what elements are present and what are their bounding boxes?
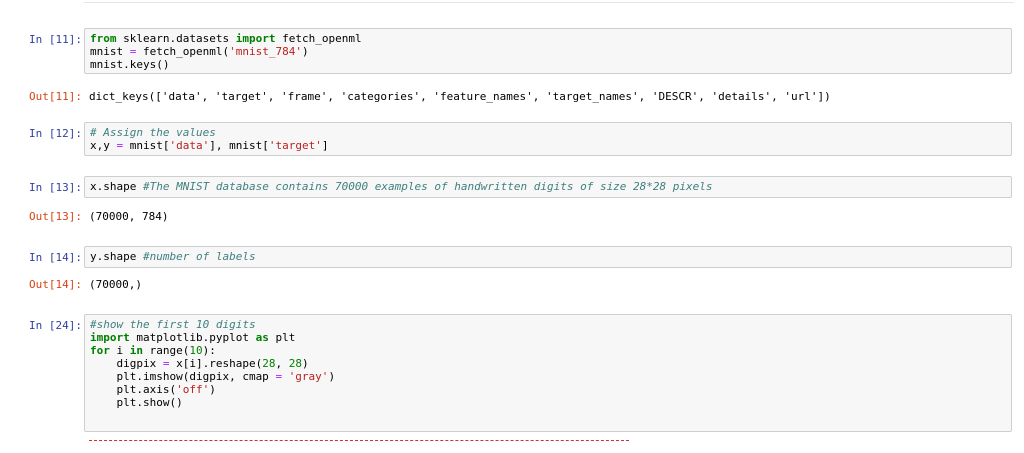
code-token: sklearn.datasets xyxy=(116,32,236,45)
code-token: 'gray' xyxy=(288,370,329,383)
code-token: y.shape xyxy=(90,250,143,263)
code-input[interactable]: from sklearn.datasets import fetch_openm… xyxy=(84,28,1012,74)
code-token: import xyxy=(90,331,130,344)
code-token: ) xyxy=(328,370,336,383)
code-token: # Assign the values xyxy=(90,126,216,139)
code-line: y.shape #number of labels xyxy=(90,250,1006,263)
code-line: from sklearn.datasets import fetch_openm… xyxy=(90,32,1006,45)
code-token: import xyxy=(235,32,276,45)
code-token: i xyxy=(109,344,130,357)
output-prompt: Out[13]: xyxy=(29,210,82,223)
code-line: plt.axis('off') xyxy=(90,383,1006,396)
input-prompt: In [14]: xyxy=(29,251,82,264)
output-prompt: Out[11]: xyxy=(29,90,82,103)
code-token: 'off' xyxy=(176,383,210,396)
cell-output: (70000,) xyxy=(89,278,142,291)
code-line: # Assign the values xyxy=(90,126,1006,139)
input-prompt: In [13]: xyxy=(29,181,82,194)
code-line: for i in range(10): xyxy=(90,344,1006,357)
code-line: digpix = x[i].reshape(28, 28) xyxy=(90,357,1006,370)
code-token: fetch_openml xyxy=(275,32,362,45)
error-output-separator xyxy=(89,440,629,441)
code-token: for xyxy=(90,344,110,357)
code-line: mnist = fetch_openml('mnist_784') xyxy=(90,45,1006,58)
code-token: fetch_openml( xyxy=(136,45,230,58)
code-token: 10 xyxy=(189,344,203,357)
code-input[interactable]: #show the first 10 digits import matplot… xyxy=(84,314,1012,432)
code-token: x.shape xyxy=(90,180,143,193)
code-line: mnist.keys() xyxy=(90,58,1006,71)
code-token: plt.show() xyxy=(90,396,183,409)
code-input[interactable]: # Assign the values x,y = mnist['data'],… xyxy=(84,122,1012,156)
code-token: mnist[ xyxy=(123,139,170,152)
code-token: plt.axis( xyxy=(90,383,177,396)
input-prompt: In [24]: xyxy=(29,319,82,332)
code-input[interactable]: y.shape #number of labels xyxy=(84,246,1012,268)
code-token: range( xyxy=(143,344,190,357)
code-token: matplotlib.pyplot xyxy=(129,331,256,344)
code-token: 'target' xyxy=(268,139,322,152)
code-token: ) xyxy=(301,45,309,58)
code-token: digpix xyxy=(90,357,163,370)
code-token: ) xyxy=(301,357,309,370)
previous-cell-edge xyxy=(84,0,1014,3)
code-token: mnist.keys() xyxy=(90,58,170,71)
input-prompt: In [12]: xyxy=(29,127,82,140)
code-token: ] xyxy=(321,139,329,152)
code-token: #show the first 10 digits xyxy=(90,318,256,331)
code-line: import matplotlib.pyplot as plt xyxy=(90,331,1006,344)
code-line: x,y = mnist['data'], mnist['target'] xyxy=(90,139,1006,152)
code-token: 28 xyxy=(262,357,276,370)
code-token: ): xyxy=(202,344,216,357)
code-token: plt xyxy=(268,331,296,344)
code-token: as xyxy=(255,331,269,344)
code-token: in xyxy=(129,344,143,357)
code-line: x.shape #The MNIST database contains 700… xyxy=(90,180,1006,193)
code-token: x,y xyxy=(90,139,117,152)
code-token: x[i].reshape( xyxy=(169,357,263,370)
code-token: ) xyxy=(209,383,216,396)
code-token: 28 xyxy=(288,357,302,370)
cell-output: dict_keys(['data', 'target', 'frame', 'c… xyxy=(89,90,831,103)
code-line: plt.show() xyxy=(90,396,1006,409)
code-token: 'data' xyxy=(169,139,210,152)
code-token: plt.imshow(digpix, cmap xyxy=(90,370,276,383)
code-token: from xyxy=(90,32,117,45)
code-token: #number of labels xyxy=(142,250,256,263)
code-token: , xyxy=(275,357,289,370)
code-token: 'mnist_784' xyxy=(229,45,302,58)
code-token: ], mnist[ xyxy=(209,139,269,152)
code-line: plt.imshow(digpix, cmap = 'gray') xyxy=(90,370,1006,383)
input-prompt: In [11]: xyxy=(29,33,82,46)
output-prompt: Out[14]: xyxy=(29,278,82,291)
code-line: #show the first 10 digits xyxy=(90,318,1006,331)
code-input[interactable]: x.shape #The MNIST database contains 700… xyxy=(84,176,1012,198)
code-token: #The MNIST database contains 70000 examp… xyxy=(142,180,713,193)
cell-output: (70000, 784) xyxy=(89,210,169,223)
code-token: mnist xyxy=(90,45,130,58)
